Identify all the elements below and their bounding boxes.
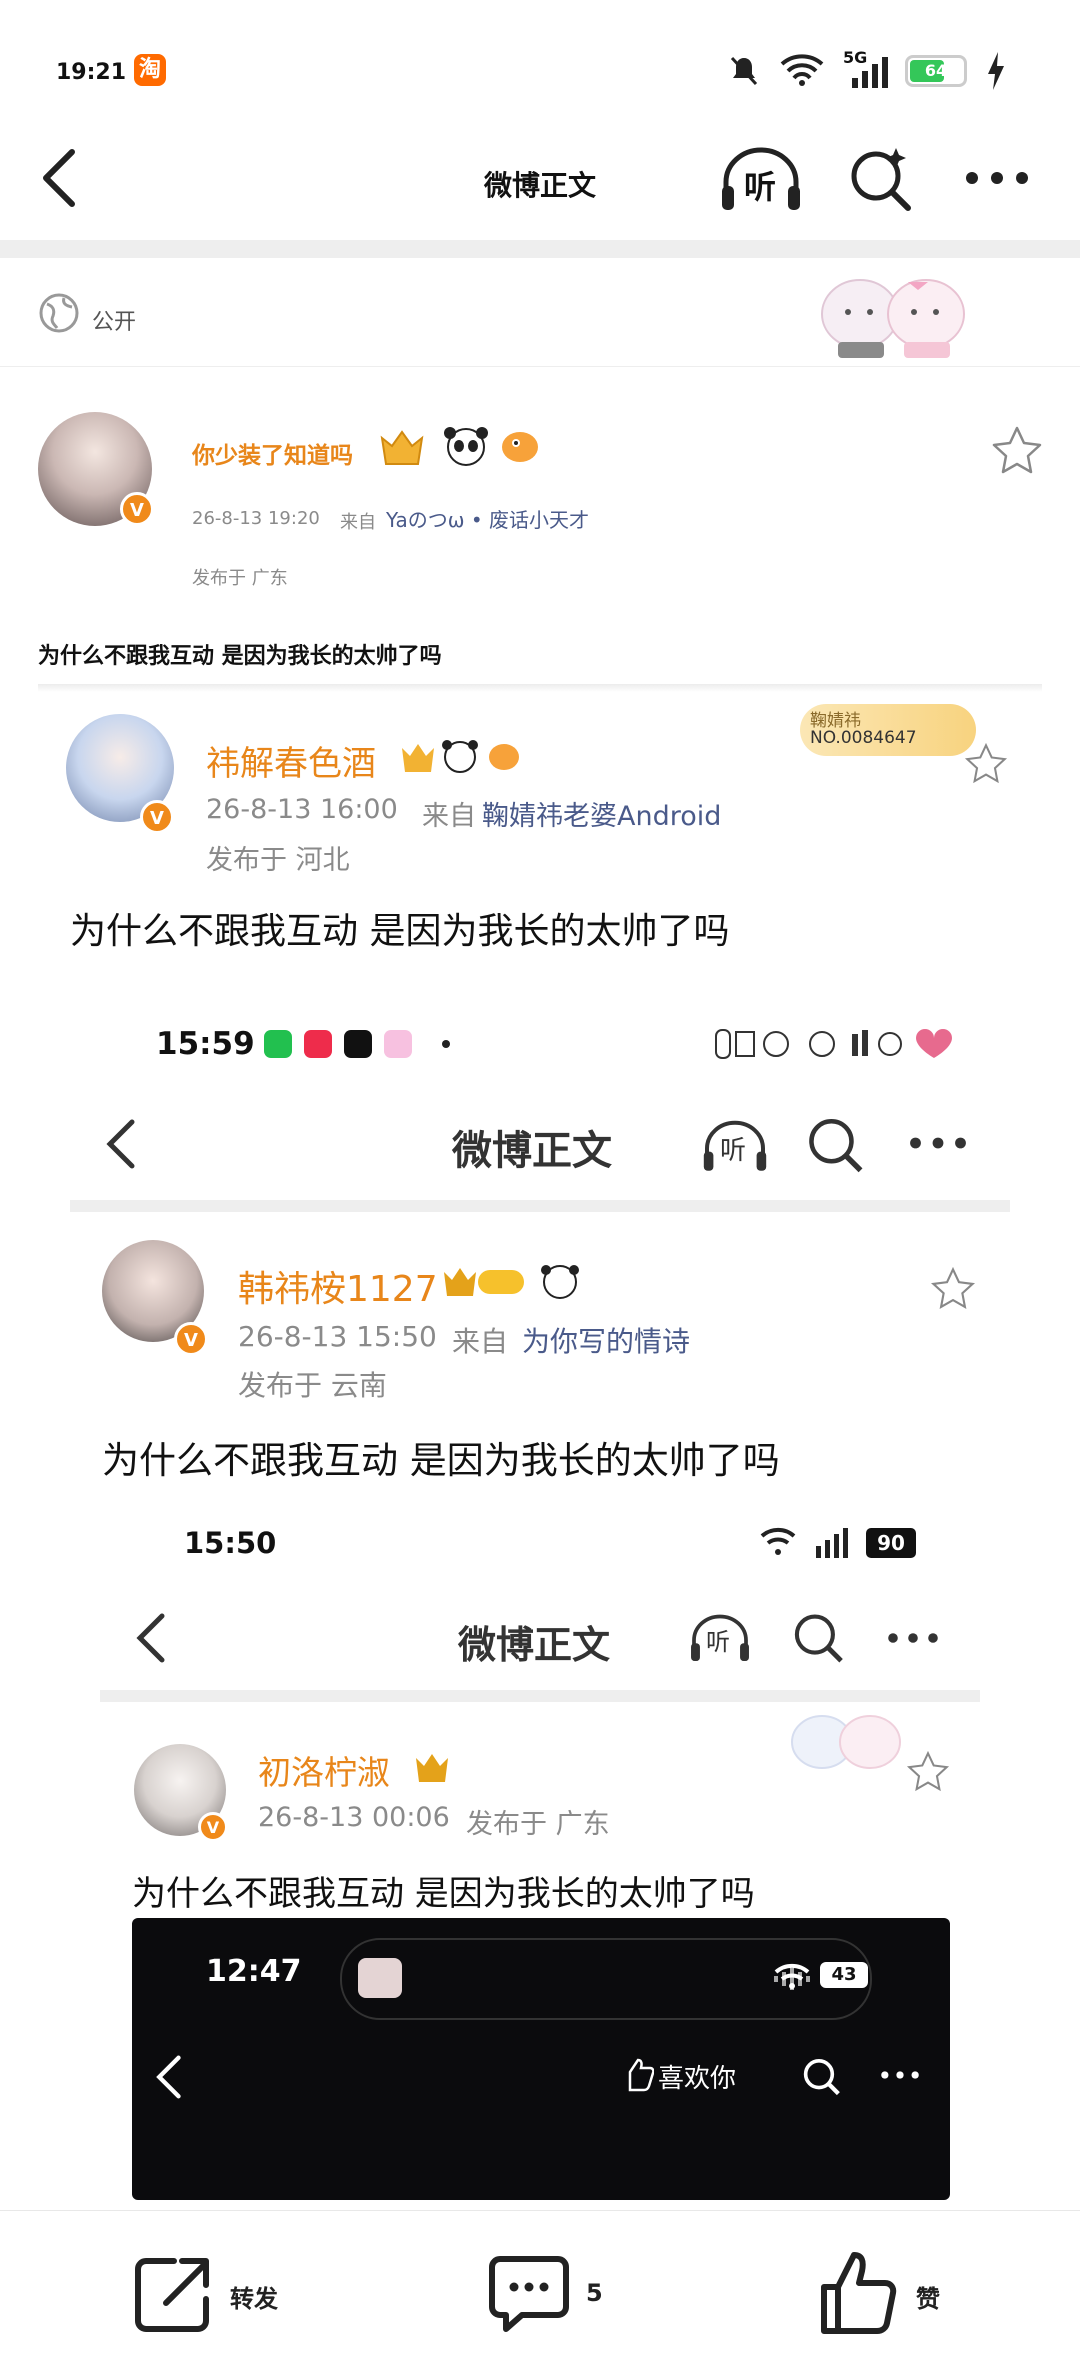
nested2-text: 为什么不跟我互动 是因为我长的太帅了吗 [102,1439,780,1482]
nested2-location: 发布于 云南 [238,1369,387,1402]
nested3-text: 为什么不跟我互动 是因为我长的太帅了吗 [132,1874,755,1914]
nested2-username: 韩祎桉1127 [238,1269,438,1310]
thumbs-up-icon [821,2252,897,2334]
status-bar: 19:21 淘 5G 64 [0,0,1080,130]
nested2-listen-label: 听 [720,1136,747,1166]
repost-button[interactable]: 转发 [130,2251,300,2335]
nested2-divider [70,1200,1010,1212]
nested1-location: 发布于 河北 [206,845,350,876]
nested3-battery: 90 [866,1528,916,1558]
post-username[interactable]: 你少装了知道吗 [192,436,353,470]
repost-label: 转发 [230,2285,278,2313]
favorite-star-icon[interactable] [990,424,1044,478]
bottom-action-bar: 转发 5 赞 [0,2210,1080,2373]
nested4-back-icon [156,2055,181,2099]
nested2-timestamp: 26-8-13 15:50 [238,1320,437,1353]
post-text: 为什么不跟我互动 是因为我长的太帅了吗 [38,644,442,669]
nested1-star-icon [964,742,1008,784]
fan-badge: 鞠婧祎 NO.0084647 [800,704,976,756]
nested4-wifi-icon [774,1963,810,1989]
mute-bell-icon [730,56,758,86]
repost-icon [135,2258,209,2332]
nested2-more-icon [910,1137,966,1149]
nested2-badges-icons [444,1265,579,1299]
nested3-status-icons [760,1527,848,1558]
taobao-notification-icon: 淘 [134,54,166,86]
decorative-sticker [821,279,965,358]
nested3-verified-icon: V [198,1812,228,1842]
comment-icon [489,2256,569,2332]
nested3-badge-icon [416,1754,448,1782]
nested2-via-prefix: 来自 [452,1325,509,1358]
status-time: 19:21 [56,60,127,85]
post-timestamp: 26-8-13 19:20 [192,508,320,529]
nested4-dark-screenshot: 12:47 43 喜欢你 [132,1918,950,2200]
verified-badge-icon: V [120,492,154,526]
nested4-status-time: 12:47 [206,1954,302,1989]
more-icon[interactable] [964,168,1030,188]
via-prefix: 来自 [340,512,376,533]
post-location: 发布于 广东 [192,568,288,589]
search-icon[interactable] [848,146,914,212]
nested3-listen-icon: 听 [686,1612,754,1664]
nested4-like-label: 喜欢你 [658,2064,737,2094]
battery-icon: 64 [905,55,967,87]
nested2-status-icons [715,1029,952,1059]
nested3-location: 发布于 广东 [466,1809,610,1840]
nested1-via-prefix: 来自 [422,801,476,832]
nested1-username: 祎解春色酒 [206,744,376,784]
post-source[interactable]: Yaのつω • 废话小天才 [386,504,589,533]
nested1-timestamp: 26-8-13 16:00 [206,794,398,825]
nested1-verified-icon: V [140,800,174,834]
nested4-search-icon [803,2059,840,2096]
nested2-search-icon [809,1119,863,1173]
comment-button[interactable]: 5 [486,2251,616,2335]
user-badges-icons [380,427,538,466]
page-title: 微博正文 [483,169,596,202]
signal-icon [852,57,888,88]
nested3-username: 初洛柠淑 [258,1753,390,1792]
nested3-decorative-sticker [791,1715,901,1769]
like-button[interactable]: 赞 [816,2247,956,2337]
nested3-star-icon [906,1750,950,1792]
comment-count: 5 [586,2279,603,2307]
nested1-badges-icons [402,740,519,773]
nested3-divider [100,1690,980,1702]
charging-icon [988,52,1004,90]
nested2-source: 为你写的情诗 [522,1325,691,1358]
like-label: 赞 [916,2285,940,2313]
nested4-like-hand-icon [628,2058,654,2092]
nested4-app-thumbnail [358,1958,402,1998]
top-navigation: 微博正文 听 [0,130,1080,240]
nested2-verified-icon: V [174,1322,208,1356]
nested2-status-time: 15:59 [156,1026,255,1062]
nested3-more-icon [888,1633,938,1643]
nested3-search-icon [794,1614,843,1663]
nested2-nav-title: 微博正文 [452,1128,612,1174]
nested2-listen-icon: 听 [698,1118,772,1174]
nested3-nav-title: 微博正文 [458,1623,611,1667]
nested3-back-icon [136,1613,165,1663]
battery-level: 64 [924,61,948,80]
listen-label: 听 [744,168,777,206]
listen-button[interactable]: 听 [718,144,804,214]
nested4-battery: 43 [820,1962,868,1988]
nested2-app-icons [264,1030,450,1058]
nested3-listen-label: 听 [706,1628,730,1656]
nested4-more-icon [881,2071,919,2079]
section-divider [0,240,1080,258]
nested1-text: 为什么不跟我互动 是因为我长的太帅了吗 [70,911,730,952]
visibility-row: 公开 [0,258,1080,367]
nested2-back-icon [106,1119,135,1169]
nested3-status-time: 15:50 [184,1526,277,1560]
visibility-label: 公开 [92,310,137,335]
nested2-star-icon [930,1266,976,1309]
fan-badge-number: NO.0084647 [810,728,917,748]
wifi-icon [780,54,824,86]
globe-icon [39,293,79,333]
nested3-timestamp: 26-8-13 00:06 [258,1802,450,1833]
nested1-source: 鞠婧祎老婆Android [482,801,722,832]
embedded-top-shadow [38,684,1042,692]
